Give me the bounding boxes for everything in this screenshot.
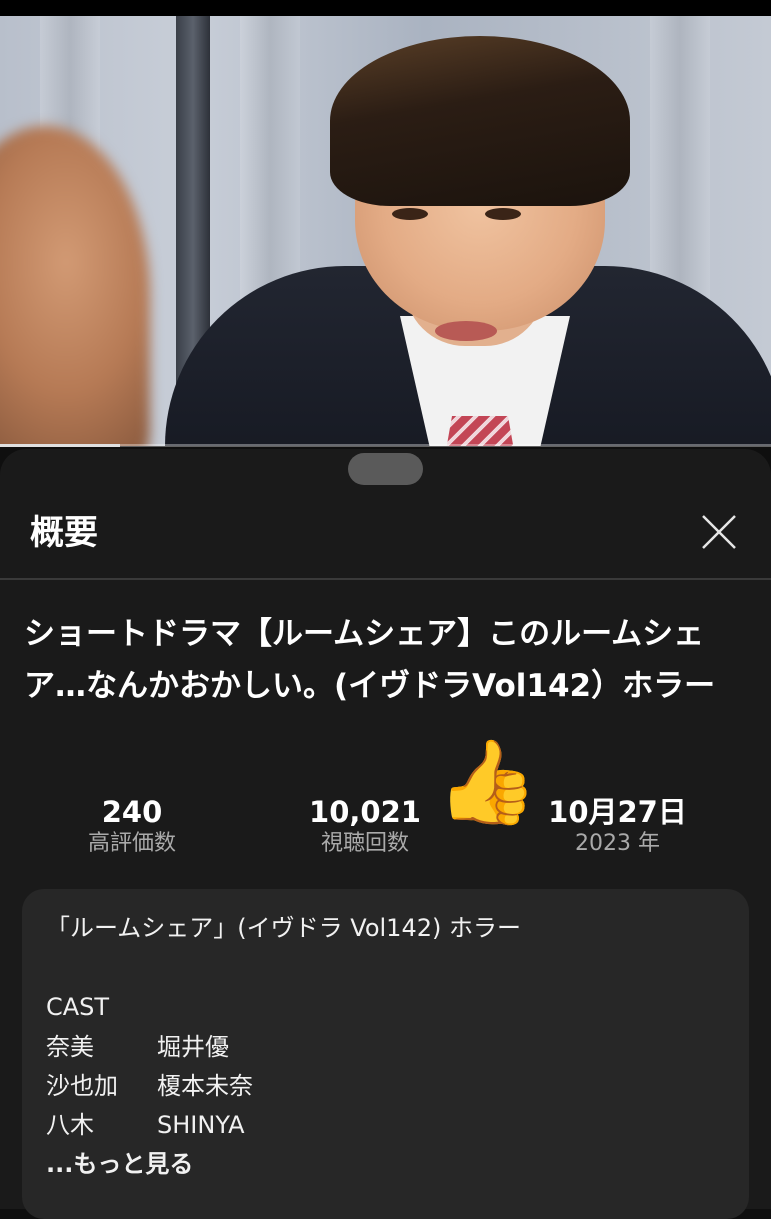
cast-role: 奈美 (46, 1033, 94, 1061)
cast-role: 八木 (46, 1111, 94, 1139)
drag-handle[interactable] (348, 453, 423, 485)
views-count: 10,021 (309, 795, 421, 829)
description-heading: 「ルームシェア」(イヴドラ Vol142) ホラー (46, 914, 521, 942)
close-icon (702, 515, 736, 549)
close-button[interactable] (693, 506, 745, 558)
likes-count: 240 (101, 795, 163, 829)
panel-title: 概要 (30, 513, 98, 553)
show-more-link[interactable]: ...もっと見る (46, 1149, 193, 1179)
header-divider (0, 578, 771, 580)
cast-label: CAST (46, 993, 110, 1021)
likes-label: 高評価数 (87, 831, 176, 856)
tie (445, 416, 515, 446)
left-eye (392, 208, 428, 220)
cast-actor: 榎本未奈 (157, 1072, 253, 1100)
views-label: 視聴回数 (320, 831, 409, 856)
video-progress-bar[interactable] (0, 444, 771, 447)
cast-role: 沙也加 (46, 1072, 118, 1100)
date-stat: 10月27日 2023 年 (535, 795, 700, 859)
upload-year: 2023 年 (575, 831, 660, 856)
thumbs-up-icon: 👍 (436, 735, 539, 830)
upload-date: 10月27日 (548, 795, 687, 829)
video-player[interactable] (0, 16, 771, 446)
likes-stat: 240 高評価数 (62, 795, 202, 859)
video-title: ショートドラマ【ルームシェア】このルームシェア…なんかおかしい。(イヴドラVol… (24, 616, 716, 704)
mouth (435, 321, 497, 341)
cast-actor: 堀井優 (157, 1033, 229, 1061)
views-stat: 10,021 視聴回数 (290, 795, 440, 859)
status-strip (0, 0, 771, 16)
hair (330, 36, 630, 206)
cast-actor: SHINYA (157, 1111, 245, 1139)
foreground-blurred-hair (0, 126, 150, 446)
video-progress-fill (0, 444, 120, 447)
right-eye (485, 208, 521, 220)
